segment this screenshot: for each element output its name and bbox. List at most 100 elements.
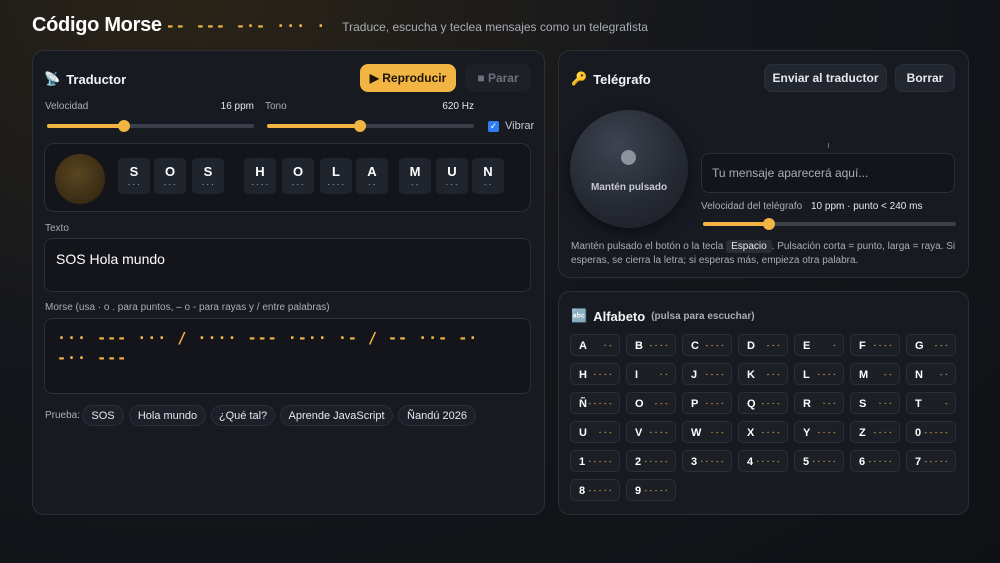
key-button-label: Mantén pulsado [590,182,668,193]
alphabet-key-i[interactable]: I ·· [626,363,676,385]
alphabet-key-k[interactable]: K -·- [738,363,788,385]
alphabet-key-0[interactable]: 0 ----- [906,421,956,443]
alphabet-key-v[interactable]: V ···- [626,421,676,443]
tone-slider[interactable] [267,120,474,132]
alphabet-key-1[interactable]: 1 ·---- [570,450,620,472]
morse-display: S ··· O --- S ··· H ···· O --- L ·-·· A ·- M -- U ··- N -· [44,143,531,212]
alphabet-key-a[interactable]: A ·- [570,334,620,356]
alphabet-key-u[interactable]: U ··- [570,421,620,443]
text-input[interactable]: SOS Hola mundo [44,238,531,292]
telegraph-message-output[interactable]: Tu mensaje aparecerá aquí... [701,153,955,193]
vibrate-checkbox[interactable]: ✓ [488,121,499,132]
text-label: Texto [45,223,69,234]
alphabet-key-f[interactable]: F ··-· [850,334,900,356]
alphabet-key-o[interactable]: O --- [626,392,676,414]
alphabet-key-code: ··· [877,399,893,408]
alphabet-key-letter: J [691,369,698,381]
alphabet-key-c[interactable]: C -·-· [682,334,732,356]
alphabet-key-t[interactable]: T- [906,392,956,414]
chip-hola-mundo[interactable]: Hola mundo [129,405,206,426]
tone-value: 620 Hz [442,101,474,112]
alphabet-key-z[interactable]: Z --·· [850,421,900,443]
alphabet-key-p[interactable]: P ·--· [682,392,732,414]
alphabet-key-9[interactable]: 9 ----· [626,479,676,501]
tile-morse-code: --- [290,181,306,189]
alphabet-key-letter: M [859,369,869,381]
alphabet-key-e[interactable]: E · [794,334,844,356]
alphabet-key-r[interactable]: R ·-· [794,392,844,414]
morse-tile: U ··- [436,158,468,194]
alphabet-key-letter: 0 [915,427,922,439]
alphabet-key-code: ----- [923,428,949,437]
alphabet-key-letter: 7 [915,456,922,468]
alphabet-key-y[interactable]: Y -·-- [794,421,844,443]
alphabet-key-g[interactable]: G --· [906,334,956,356]
telegraph-speed-slider-thumb[interactable] [762,218,775,230]
alphabet-key-3[interactable]: 3 ···-- [682,450,732,472]
alphabet-key-code: -··· [648,341,669,350]
alphabet-key-letter: Q [747,398,756,410]
alphabet-key-l[interactable]: L ·-·· [794,363,844,385]
send-to-translator-button[interactable]: Enviar al traductor [764,64,887,92]
translator-title-text: Traductor [66,71,127,87]
speed-slider-thumb[interactable] [117,120,130,132]
morse-tile: L ·-·· [320,158,352,194]
app-subtitle: Traduce, escucha y teclea mensajes como … [342,20,648,34]
tile-letter: N [483,164,493,179]
alphabet-key-d[interactable]: D -·· [738,334,788,356]
telegraph-key-button[interactable]: Mantén pulsado [570,110,688,228]
alphabet-key-code: ··-· [872,341,893,350]
chip-sos[interactable]: SOS [82,405,124,426]
alphabet-key-letter: 4 [747,456,754,468]
morse-tile: A ·- [356,158,388,194]
alphabet-key-2[interactable]: 2 ··--- [626,450,676,472]
alphabet-key-4[interactable]: 4 ····- [738,450,788,472]
chip-que-tal[interactable]: ¿Qué tal? [211,405,275,426]
alphabet-key-code: --·- [760,399,781,408]
alphabet-key-letter: U [579,427,587,439]
tone-slider-fill [267,124,361,128]
alphabet-key-q[interactable]: Q --·- [738,392,788,414]
alphabet-key-x[interactable]: X -··- [738,421,788,443]
alphabet-key-letter: V [635,427,643,439]
alphabet-key-n[interactable]: N -· [906,363,956,385]
morse-input[interactable]: ··· --- ··· / ···· --- ·-·· ·- / -- ··- … [44,318,531,394]
alphabet-key-w[interactable]: W ·-- [682,421,732,443]
alphabet-key-b[interactable]: B -··· [626,334,676,356]
speed-slider[interactable] [47,120,254,132]
alphabet-key-letter: Y [803,427,811,439]
stop-button[interactable]: ■ Parar [465,64,531,92]
play-button[interactable]: ▶ Reproducir [360,64,456,92]
tone-label: Tono [265,101,287,112]
alphabet-key-code: --·-- [587,399,613,408]
alphabet-key-code: ·---- [587,457,613,466]
chip-nandu-2026[interactable]: Ñandú 2026 [398,405,476,426]
alphabet-key-letter: H [579,369,587,381]
alphabet-hint: (pulsa para escuchar) [651,310,755,322]
app-header: Código Morse -- --- -·- ··· · Traduce, e… [32,14,648,37]
morse-tile: H ···· [244,158,276,194]
alphabet-key-letter: C [691,340,699,352]
try-label: Prueba: [45,410,81,421]
alphabet-key-s[interactable]: S ··· [850,392,900,414]
alphabet-key-m[interactable]: M -- [850,363,900,385]
space-key-badge: Espacio [726,240,772,253]
alphabet-key-ñ[interactable]: Ñ --·-- [570,392,620,414]
alphabet-key-letter: 6 [859,456,866,468]
alphabet-key-j[interactable]: J ·--- [682,363,732,385]
tile-morse-code: ··- [444,181,460,189]
tile-letter: O [164,164,176,179]
alphabet-key-letter: D [747,340,755,352]
telegraph-speed-slider[interactable] [703,218,956,230]
alphabet-key-h[interactable]: H ···· [570,363,620,385]
alphabet-key-7[interactable]: 7 --··· [906,450,956,472]
alphabet-key-letter: E [803,340,811,352]
alphabet-key-5[interactable]: 5 ····· [794,450,844,472]
chip-aprende-javascript[interactable]: Aprende JavaScript [280,405,393,426]
tile-morse-code: -- [410,181,420,189]
alphabet-key-8[interactable]: 8 ---·· [570,479,620,501]
clear-button[interactable]: Borrar [895,64,955,92]
alphabet-key-6[interactable]: 6 -···· [850,450,900,472]
alphabet-key-code: ····- [755,457,781,466]
app-title: Código Morse [32,14,162,36]
